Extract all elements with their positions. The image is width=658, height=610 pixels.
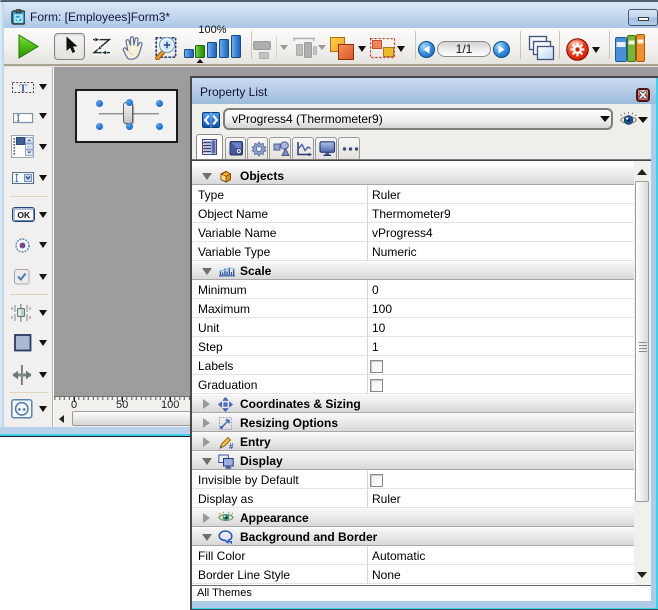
svg-text:OK: OK bbox=[17, 210, 31, 220]
svg-text:1/1: 1/1 bbox=[456, 42, 473, 56]
svg-text:T: T bbox=[19, 83, 27, 95]
svg-text:#: # bbox=[229, 442, 233, 450]
